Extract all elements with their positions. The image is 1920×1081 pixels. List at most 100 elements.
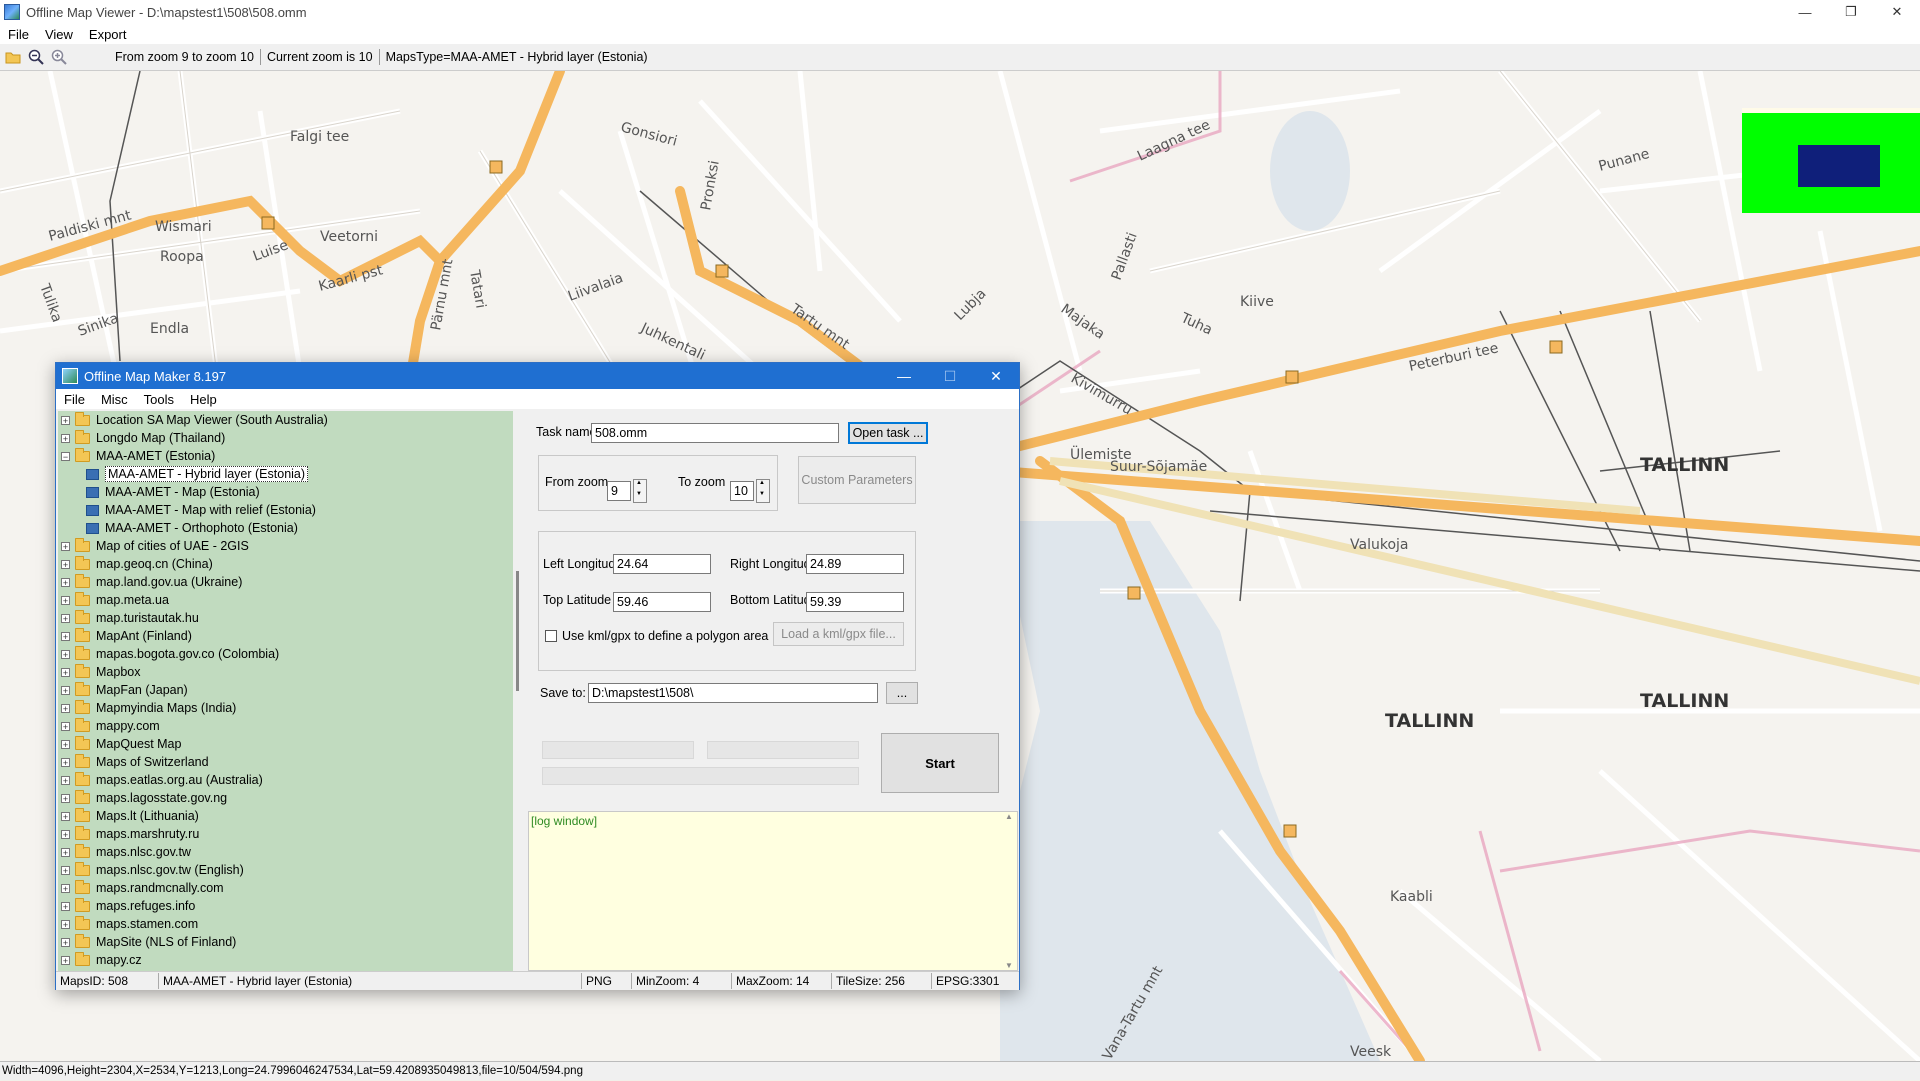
dialog-maximize-button[interactable]: ☐ [927, 363, 973, 389]
tree-expand-icon[interactable]: + [61, 775, 70, 785]
map-layer-icon [86, 504, 99, 516]
save-to-input[interactable]: D:\mapstest1\508\ [588, 683, 878, 703]
zoom-in-icon[interactable] [49, 47, 69, 67]
tree-expand-icon[interactable]: + [61, 703, 70, 713]
tree-expand-icon[interactable]: + [61, 649, 70, 659]
maximize-button[interactable]: ❐ [1828, 0, 1874, 24]
tree-folder-item[interactable]: + MapFan (Japan) [58, 681, 513, 699]
map-source-tree[interactable]: + Location SA Map Viewer (South Australia… [58, 411, 513, 971]
tree-folder-item[interactable]: + Location SA Map Viewer (South Australia… [58, 411, 513, 429]
tree-expand-icon[interactable]: + [61, 847, 70, 857]
tree-expand-icon[interactable]: + [61, 757, 70, 767]
tree-folder-item[interactable]: + maps.nlsc.gov.tw [58, 843, 513, 861]
open-folder-icon[interactable] [3, 47, 23, 67]
tree-folder-item[interactable]: + maps.lagosstate.gov.ng [58, 789, 513, 807]
from-zoom-input[interactable]: 9 [607, 481, 631, 501]
tree-scrollbar[interactable] [513, 411, 527, 971]
start-button[interactable]: Start [881, 733, 999, 793]
menu-file[interactable]: File [0, 27, 37, 42]
tree-expand-icon[interactable]: + [61, 937, 70, 947]
tree-expand-icon[interactable]: + [61, 721, 70, 731]
dialog-titlebar[interactable]: Offline Map Maker 8.197 — ☐ ✕ [56, 363, 1019, 389]
tree-map-item[interactable]: MAA-AMET - Map (Estonia) [58, 483, 513, 501]
tree-expand-icon[interactable]: + [61, 433, 70, 443]
right-longitude-label: Right Longitude [730, 557, 818, 571]
tree-folder-item[interactable]: + Longdo Map (Thailand) [58, 429, 513, 447]
zoom-out-icon[interactable] [26, 47, 46, 67]
dialog-minimize-button[interactable]: — [881, 363, 927, 389]
tree-expand-icon[interactable]: + [61, 955, 70, 965]
folder-icon [75, 699, 90, 714]
minimize-button[interactable]: — [1782, 0, 1828, 24]
tree-expand-icon[interactable]: + [61, 613, 70, 623]
left-longitude-input[interactable]: 24.64 [613, 554, 711, 574]
tree-folder-item[interactable]: + maps.eatlas.org.au (Australia) [58, 771, 513, 789]
kml-polygon-checkbox[interactable] [545, 630, 557, 642]
log-scrollbar[interactable]: ▲ ▼ [1003, 812, 1017, 970]
tree-expand-icon[interactable]: + [61, 865, 70, 875]
tree-map-item[interactable]: MAA-AMET - Orthophoto (Estonia) [58, 519, 513, 537]
tree-folder-item[interactable]: + map.turistautak.hu [58, 609, 513, 627]
to-zoom-spinner[interactable] [756, 479, 770, 503]
tree-folder-item[interactable]: + Maps of Switzerland [58, 753, 513, 771]
tree-expand-icon[interactable]: + [61, 559, 70, 569]
tree-expand-icon[interactable]: + [61, 793, 70, 803]
tree-expand-icon[interactable]: + [61, 901, 70, 911]
tree-folder-item[interactable]: − MAA-AMET (Estonia) [58, 447, 513, 465]
tree-folder-item[interactable]: + map.geoq.cn (China) [58, 555, 513, 573]
dialog-close-button[interactable]: ✕ [973, 363, 1019, 389]
tree-folder-item[interactable]: + maps.marshruty.ru [58, 825, 513, 843]
custom-parameters-button[interactable]: Custom Parameters [798, 456, 916, 504]
tree-folder-item[interactable]: + maps.randmcnally.com [58, 879, 513, 897]
tree-folder-item[interactable]: + maps.stamen.com [58, 915, 513, 933]
right-longitude-input[interactable]: 24.89 [806, 554, 904, 574]
tree-map-item[interactable]: MAA-AMET - Map with relief (Estonia) [58, 501, 513, 519]
tree-folder-item[interactable]: + mappy.com [58, 717, 513, 735]
tree-folder-item[interactable]: + Map of cities of UAE - 2GIS [58, 537, 513, 555]
open-task-button[interactable]: Open task ... [848, 422, 928, 444]
tree-expand-icon[interactable]: + [61, 919, 70, 929]
to-zoom-input[interactable]: 10 [730, 481, 754, 501]
bottom-latitude-input[interactable]: 59.39 [806, 592, 904, 612]
tree-folder-item[interactable]: + Mapbox [58, 663, 513, 681]
load-kml-button[interactable]: Load a kml/gpx file... [773, 622, 904, 646]
tree-folder-item[interactable]: + MapQuest Map [58, 735, 513, 753]
tree-expand-icon[interactable]: + [61, 811, 70, 821]
tree-expand-icon[interactable]: + [61, 577, 70, 587]
tree-folder-item[interactable]: + maps.nlsc.gov.tw (English) [58, 861, 513, 879]
tree-scrollbar-thumb[interactable] [516, 571, 519, 691]
log-window[interactable]: [log window] ▲ ▼ [528, 811, 1018, 971]
tree-expand-icon[interactable]: + [61, 685, 70, 695]
tree-folder-item[interactable]: + mapy.cz [58, 951, 513, 969]
from-zoom-spinner[interactable] [633, 479, 647, 503]
tree-item-label: maps.marshruty.ru [96, 827, 200, 841]
tree-folder-item[interactable]: + Maps.lt (Lithuania) [58, 807, 513, 825]
tree-expand-icon[interactable]: + [61, 595, 70, 605]
tree-folder-item[interactable]: + map.land.gov.ua (Ukraine) [58, 573, 513, 591]
tree-map-item[interactable]: MAA-AMET - Hybrid layer (Estonia) [58, 465, 513, 483]
tree-folder-item[interactable]: + map.meta.ua [58, 591, 513, 609]
top-latitude-input[interactable]: 59.46 [613, 592, 711, 612]
tree-expand-icon[interactable]: + [61, 667, 70, 677]
tree-folder-item[interactable]: + maps.refuges.info [58, 897, 513, 915]
menu-export[interactable]: Export [81, 27, 135, 42]
tree-collapse-icon[interactable]: − [61, 451, 70, 461]
dialog-menu-tools[interactable]: Tools [136, 392, 182, 407]
tree-expand-icon[interactable]: + [61, 415, 70, 425]
tree-expand-icon[interactable]: + [61, 631, 70, 641]
dialog-menu-misc[interactable]: Misc [93, 392, 136, 407]
close-button[interactable]: ✕ [1874, 0, 1920, 24]
tree-folder-item[interactable]: + Mapmyindia Maps (India) [58, 699, 513, 717]
menu-view[interactable]: View [37, 27, 81, 42]
dialog-menu-file[interactable]: File [56, 392, 93, 407]
browse-button[interactable]: ... [886, 682, 918, 704]
tree-expand-icon[interactable]: + [61, 541, 70, 551]
tree-expand-icon[interactable]: + [61, 829, 70, 839]
tree-folder-item[interactable]: + MapAnt (Finland) [58, 627, 513, 645]
tree-folder-item[interactable]: + mapas.bogota.gov.co (Colombia) [58, 645, 513, 663]
dialog-menu-help[interactable]: Help [182, 392, 225, 407]
task-name-input[interactable]: 508.omm [591, 423, 839, 443]
tree-expand-icon[interactable]: + [61, 883, 70, 893]
tree-expand-icon[interactable]: + [61, 739, 70, 749]
tree-folder-item[interactable]: + MapSite (NLS of Finland) [58, 933, 513, 951]
